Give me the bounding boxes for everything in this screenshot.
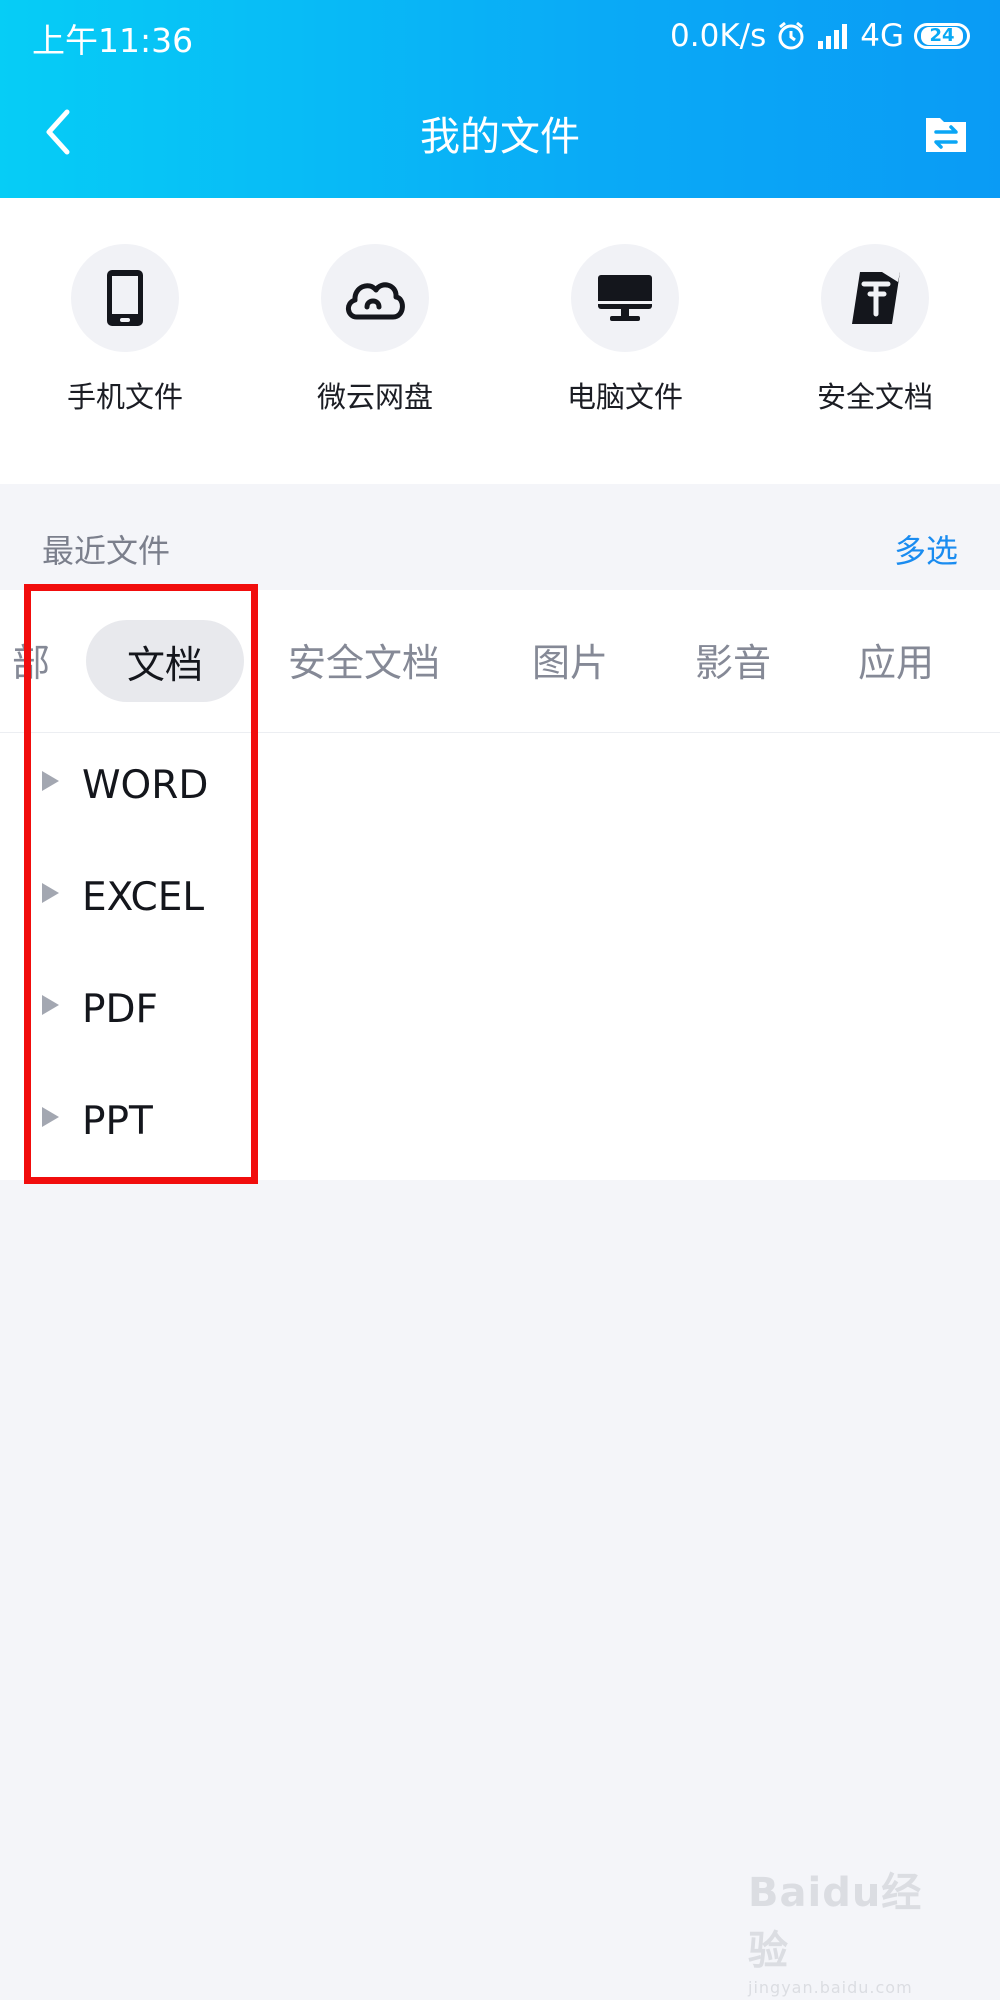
watermark: Baidu经验 jingyan.baidu.com xyxy=(748,1860,944,1997)
tab-media[interactable]: 影音 xyxy=(695,632,771,687)
file-transfer-button[interactable] xyxy=(922,110,970,158)
highlight-annotation xyxy=(24,584,258,1184)
secure-doc-icon xyxy=(852,272,900,324)
watermark-main: Baidu经验 xyxy=(748,1870,923,1974)
cloud-icon xyxy=(346,282,405,320)
signal-icon xyxy=(816,21,850,51)
battery-icon: 24 xyxy=(914,23,970,49)
quick-item-phone-files[interactable]: 手机文件 xyxy=(25,244,225,416)
multi-select-button[interactable]: 多选 xyxy=(894,526,958,572)
alarm-icon xyxy=(776,21,806,51)
watermark-sub: jingyan.baidu.com xyxy=(748,1978,913,1997)
monitor-icon xyxy=(598,275,652,321)
recent-files-header: 最近文件 多选 xyxy=(0,484,1000,590)
phone-icon xyxy=(107,270,143,326)
quick-access: 手机文件 微云网盘 电脑文件 安全文档 xyxy=(0,198,1000,484)
page-title: 我的文件 xyxy=(420,114,580,160)
quick-item-pc-files[interactable]: 电脑文件 xyxy=(525,244,725,416)
net-speed: 0.0K/s xyxy=(670,18,767,54)
header: 上午11:36 0.0K/s 4G 24 我的文件 xyxy=(0,0,1000,198)
quick-label: 安全文档 xyxy=(816,380,933,414)
quick-label: 电脑文件 xyxy=(566,380,683,414)
quick-label: 微云网盘 xyxy=(316,380,433,414)
quick-item-weiyun[interactable]: 微云网盘 xyxy=(275,244,475,416)
file-transfer-icon xyxy=(926,118,966,152)
tab-apps[interactable]: 应用 xyxy=(858,632,934,687)
quick-item-secure-docs[interactable]: 安全文档 xyxy=(775,244,975,416)
network-type: 4G xyxy=(860,18,904,54)
status-indicators: 0.0K/s 4G 24 xyxy=(670,14,970,58)
status-time: 上午11:36 xyxy=(32,21,194,60)
tab-secure-docs[interactable]: 安全文档 xyxy=(288,632,440,687)
quick-label: 手机文件 xyxy=(66,380,183,414)
tab-images[interactable]: 图片 xyxy=(532,632,608,687)
battery-level: 24 xyxy=(921,27,963,45)
status-bar: 上午11:36 0.0K/s 4G 24 xyxy=(0,0,1000,72)
recent-files-title: 最近文件 xyxy=(42,532,171,570)
